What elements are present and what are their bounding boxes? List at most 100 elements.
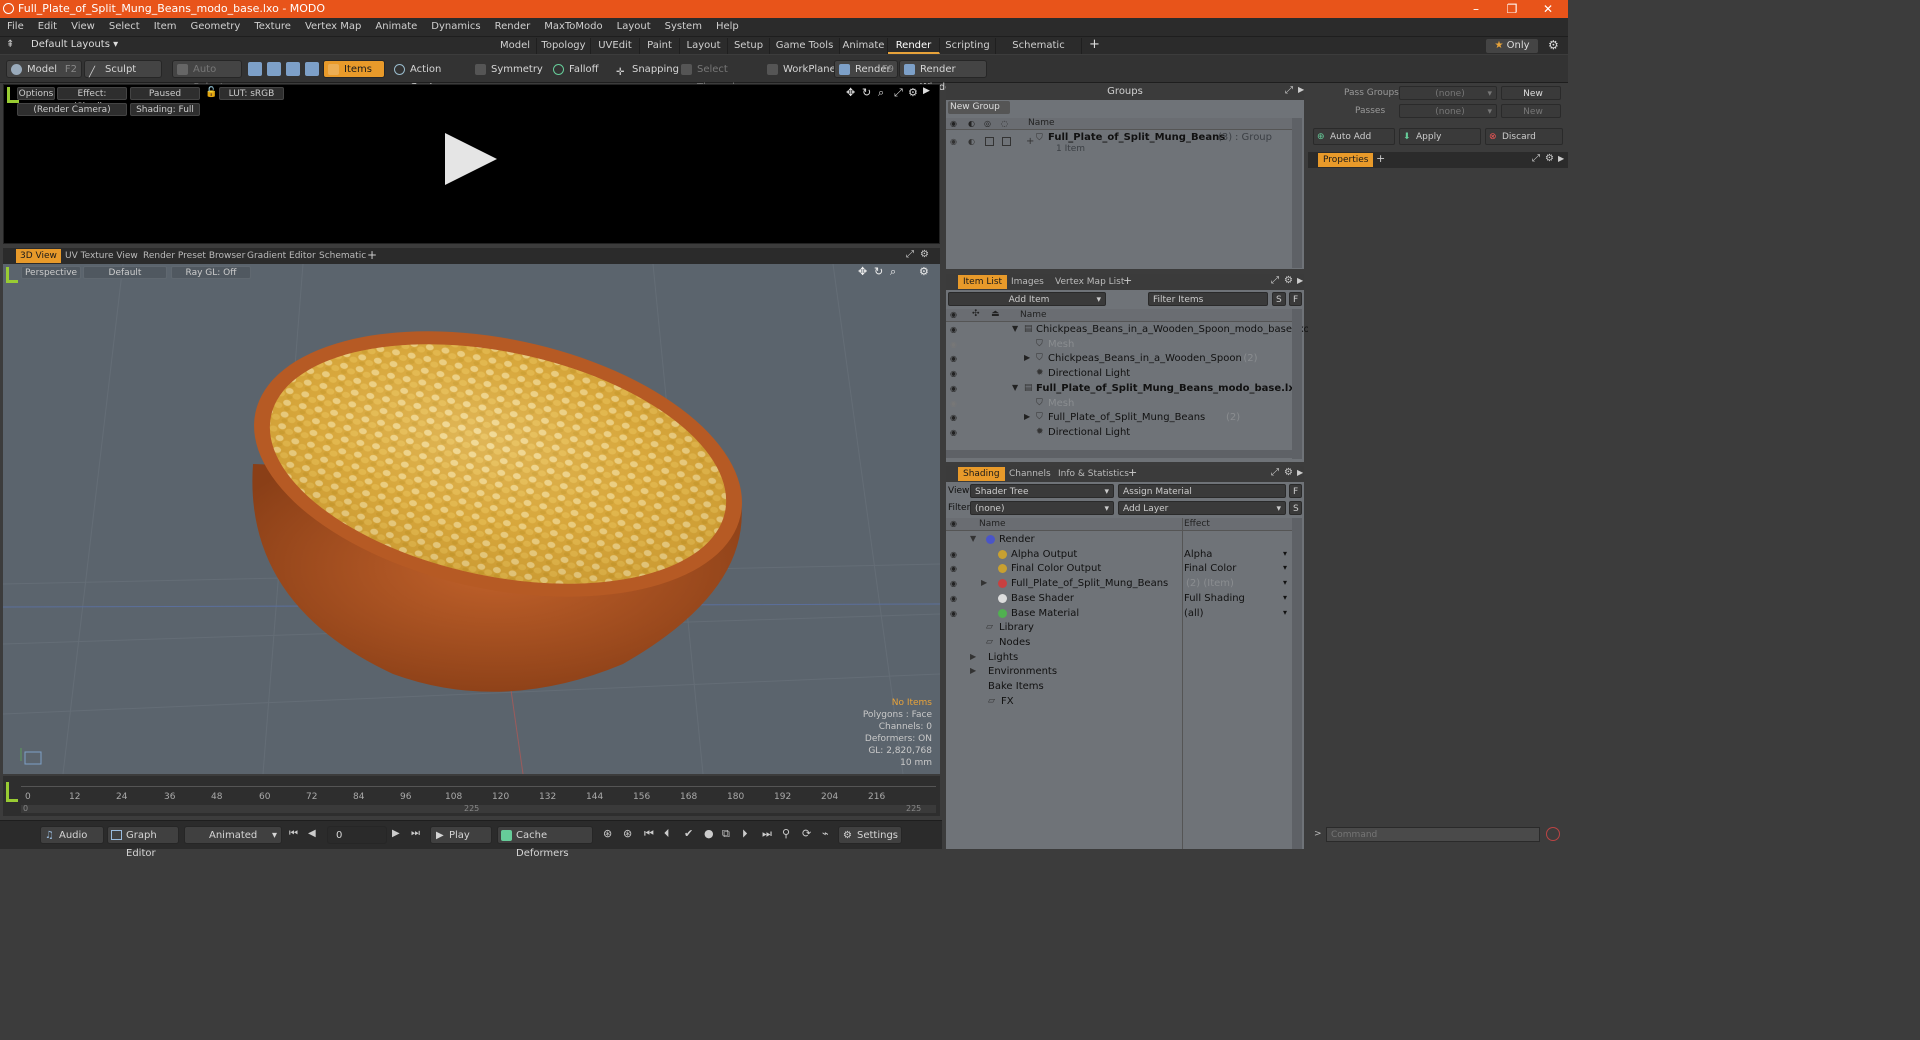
frame-input[interactable]: 0 [327, 826, 387, 844]
record-macro-icon[interactable] [1546, 827, 1560, 841]
add-tab-icon[interactable]: + [1376, 152, 1385, 165]
add-item-dropdown[interactable]: Add Item ▾ [948, 292, 1106, 306]
gear-icon[interactable]: ⚙ [1284, 467, 1293, 478]
record-icon[interactable]: ● [704, 827, 714, 840]
tab-setup[interactable]: Setup [728, 38, 770, 54]
expand-icon[interactable]: ▶ [970, 666, 976, 675]
collapse-icon[interactable]: ▼ [970, 534, 976, 543]
table-row[interactable]: ◉ Base Shader Full Shading ▾ [946, 592, 1292, 606]
lock-icon[interactable]: 🔓 [205, 87, 217, 98]
tab-properties[interactable]: Properties [1318, 153, 1374, 167]
sculpt-button[interactable]: ╱ Sculpt [84, 60, 162, 78]
shading-scrollbar[interactable] [1292, 518, 1302, 849]
eye-icon[interactable]: ◉ [950, 369, 957, 378]
vertex-mode-icon[interactable] [248, 62, 262, 76]
graph-editor-button[interactable]: Graph Editor [107, 826, 179, 859]
add-tab-icon[interactable]: + [1128, 466, 1137, 479]
panel-arrow-icon[interactable]: ▶ [1297, 276, 1303, 285]
camera-dropdown[interactable]: (Render Camera) [17, 103, 127, 116]
list-item[interactable]: ◉ ✹ Directional Light [946, 367, 1292, 381]
filter-dropdown[interactable]: (none) ▾ [970, 501, 1114, 515]
list-item[interactable]: ◉ ▶ ⛉ Chickpeas_Beans_in_a_Wooden_Spoon (2) [946, 352, 1292, 366]
lock-icon[interactable]: ✣ [972, 309, 980, 319]
eye-icon[interactable]: ◉ [950, 399, 957, 408]
expand-icon[interactable]: + [1026, 136, 1034, 147]
step-back-icon[interactable]: ◀ [308, 828, 316, 839]
edge-mode-icon[interactable] [267, 62, 281, 76]
lock-toggle-icon[interactable] [985, 137, 994, 146]
symmetry-button[interactable]: Symmetry [470, 60, 543, 78]
table-row[interactable]: ▱ Library [946, 621, 1292, 635]
list-item[interactable]: ◉ ⛉ Mesh [946, 397, 1292, 411]
step-forward-icon[interactable]: ▶ [392, 828, 400, 839]
snap-key-icon[interactable]: ⌁ [822, 827, 829, 840]
chevron-down-icon[interactable]: ▾ [1283, 549, 1287, 558]
menu-render[interactable]: Render [488, 18, 538, 36]
tab-topology[interactable]: Topology [537, 38, 591, 54]
close-button[interactable]: ✕ [1530, 0, 1566, 18]
table-row[interactable]: Bake Items [946, 680, 1292, 694]
select-toggle-icon[interactable]: ◌ [1001, 119, 1008, 128]
lock-icon[interactable]: ◎ [984, 119, 991, 128]
select-toggle-icon[interactable] [1002, 137, 1011, 146]
tab-shading[interactable]: Shading [958, 467, 1005, 481]
tab-scripting[interactable]: Scripting [940, 38, 996, 54]
tab-paint[interactable]: Paint [640, 38, 680, 54]
maximize-view-icon[interactable]: ⤢ [1532, 153, 1540, 164]
table-row[interactable]: ▶ Lights [946, 651, 1292, 665]
play-icon[interactable] [445, 133, 497, 185]
tab-game-tools[interactable]: Game Tools [770, 38, 840, 54]
eye-icon[interactable]: ◉ [950, 609, 957, 618]
gear-icon[interactable]: ⚙ [908, 86, 918, 99]
options-button[interactable]: Options [17, 87, 55, 100]
menu-system[interactable]: System [658, 18, 709, 36]
table-row[interactable]: ◉ Base Material (all) ▾ [946, 607, 1292, 621]
effect-dropdown[interactable]: Effect: (Shadi... [57, 87, 127, 112]
render-toggle-icon[interactable]: ◐ [968, 137, 975, 146]
table-row[interactable]: ▱ FX [946, 695, 1292, 709]
list-item[interactable]: ◉ ✹ Directional Light [946, 426, 1292, 440]
apply-button[interactable]: ⬇ Apply [1399, 128, 1481, 145]
next-key-icon[interactable]: ⏭ [762, 827, 772, 841]
eye-icon[interactable]: ◉ [950, 354, 957, 363]
filter-items-input[interactable]: Filter Items [1148, 292, 1268, 306]
render-toggle-icon[interactable]: ⏏ [991, 309, 1000, 319]
list-item[interactable]: ◉ ▶ ⛉ Full_Plate_of_Split_Mung_Beans (2) [946, 411, 1292, 425]
zoom-icon[interactable]: ⌕ [878, 86, 884, 100]
list-item[interactable]: ◉ ⛉ Mesh [946, 338, 1292, 352]
rotate-icon[interactable]: ↻ [862, 86, 871, 99]
filter-toggle-button[interactable]: F [1289, 484, 1302, 498]
maximize-view-icon[interactable]: ⤢ [1285, 85, 1293, 96]
render-button[interactable]: Render F9 [834, 60, 898, 78]
tab-render[interactable]: Render [888, 38, 940, 54]
zoom-icon[interactable]: ⌕ [890, 265, 896, 279]
prev-key-icon[interactable]: ⏮ [644, 827, 654, 841]
pass-groups-dropdown[interactable]: (none) ▾ [1399, 86, 1497, 100]
item-list-hscrollbar[interactable] [946, 450, 1292, 458]
add-tab-icon[interactable]: + [1089, 37, 1100, 52]
table-row[interactable]: ▼ Render [946, 533, 1292, 547]
rotate-icon[interactable]: ↻ [874, 265, 883, 278]
settings-button[interactable]: ⚙ Settings [838, 826, 902, 844]
table-row[interactable]: ◉ ▶ Full_Plate_of_Split_Mung_Beans (2) (Ite… [946, 577, 1292, 591]
chevron-down-icon[interactable]: ▾ [1283, 608, 1287, 617]
eye-icon[interactable]: ◉ [950, 550, 957, 559]
only-toggle[interactable]: ★ Only [1486, 39, 1538, 53]
snapping-button[interactable]: ✛ Snapping [611, 60, 679, 78]
eye-icon[interactable]: ◉ [950, 137, 957, 146]
effect-dropdown[interactable]: Final Color [1184, 563, 1236, 574]
discard-button[interactable]: ⊗ Discard [1485, 128, 1563, 145]
gear-icon[interactable]: ⚙ [1545, 153, 1554, 164]
eye-icon[interactable]: ◉ [950, 564, 957, 573]
paused-toggle[interactable]: Paused [130, 87, 200, 100]
tab-animate[interactable]: Animate [840, 38, 888, 54]
auto-add-button[interactable]: ⊕ Auto Add [1313, 128, 1395, 145]
tab-info-statistics[interactable]: Info & Statistics [1053, 467, 1134, 481]
groups-scrollbar[interactable] [1292, 118, 1302, 268]
new-pass-button[interactable]: New [1501, 104, 1561, 118]
expand-icon[interactable]: ▶ [981, 578, 987, 587]
chevron-down-icon[interactable]: ▾ [1283, 593, 1287, 602]
menu-animate[interactable]: Animate [368, 18, 424, 36]
collapse-icon[interactable]: ▼ [1012, 383, 1018, 392]
assign-material-button[interactable]: Assign Material [1118, 484, 1286, 498]
